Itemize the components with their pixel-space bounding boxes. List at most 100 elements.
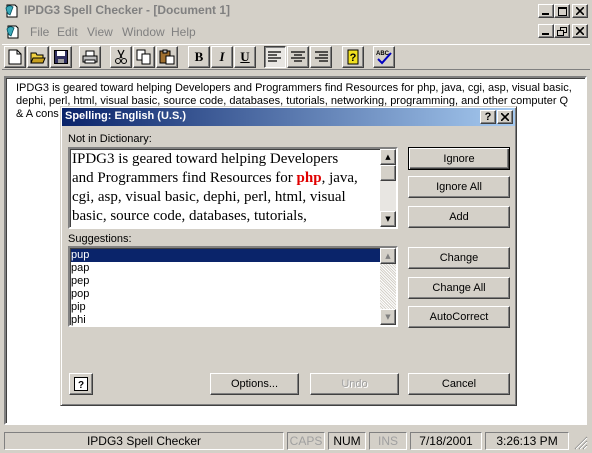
scroll-down-button[interactable]: ▼ xyxy=(380,211,396,227)
undo-button[interactable]: Undo xyxy=(310,373,399,395)
help-button[interactable]: ? xyxy=(342,46,364,68)
window-title: IPDG3 Spell Checker - [Document 1] xyxy=(24,3,231,17)
not-in-dictionary-text: IPDG3 is geared toward helping Developer… xyxy=(72,150,358,226)
align-right-button[interactable] xyxy=(310,46,332,68)
ignore-button[interactable]: Ignore xyxy=(408,147,510,170)
close-button[interactable] xyxy=(572,4,588,18)
printer-icon xyxy=(82,50,98,64)
sentence-line: IPDG3 is geared toward helping Developer… xyxy=(72,151,339,167)
status-date: 7/18/2001 xyxy=(410,432,482,450)
close-icon xyxy=(576,27,584,35)
minimize-icon xyxy=(542,33,549,35)
sentence-line: cgi, asp, visual basic, dephi, perl, htm… xyxy=(72,189,346,205)
question-mark-icon: ? xyxy=(347,49,359,65)
sentence-line: and Programmers find Resources for php, … xyxy=(72,170,358,186)
add-label: Add xyxy=(449,211,469,223)
add-button[interactable]: Add xyxy=(408,206,510,228)
status-time: 3:26:13 PM xyxy=(485,432,569,450)
list-item[interactable]: phi xyxy=(71,314,381,327)
close-icon xyxy=(576,7,584,15)
dialog-help-button[interactable]: ? xyxy=(480,110,496,124)
list-item-selected[interactable]: pup xyxy=(71,249,381,262)
resize-grip-icon[interactable] xyxy=(574,436,588,450)
print-button[interactable] xyxy=(79,46,101,68)
sentence-line: basic, source code, databases, tutorials… xyxy=(72,208,307,224)
save-disk-icon xyxy=(54,50,68,64)
menu-window[interactable]: Window xyxy=(122,25,165,39)
cut-button[interactable] xyxy=(110,46,132,68)
ignore-all-button[interactable]: Ignore All xyxy=(408,176,510,198)
copy-icon xyxy=(136,49,151,65)
suggestions-label: Suggestions: xyxy=(68,233,132,245)
new-document-icon xyxy=(8,49,22,65)
menu-edit[interactable]: Edit xyxy=(57,25,78,39)
change-label: Change xyxy=(439,252,479,264)
dialog-title: Spelling: English (U.S.) xyxy=(65,110,186,122)
options-button[interactable]: Options... xyxy=(210,373,299,395)
svg-text:?: ? xyxy=(78,380,84,391)
list-item[interactable]: pap xyxy=(71,262,381,275)
maximize-button[interactable] xyxy=(554,4,570,18)
align-left-icon xyxy=(268,51,281,62)
status-num: NUM xyxy=(328,432,366,450)
spell-check-button[interactable]: ABC xyxy=(373,46,395,68)
change-button[interactable]: Change xyxy=(408,247,510,269)
new-button[interactable] xyxy=(4,46,26,68)
arrow-up-icon: ▲ xyxy=(385,153,391,161)
italic-button[interactable]: I xyxy=(211,46,233,68)
align-left-button[interactable] xyxy=(264,46,286,68)
options-label: Options... xyxy=(230,378,279,390)
status-ins: INS xyxy=(369,432,407,450)
child-close-button[interactable] xyxy=(572,24,588,38)
help-assistant-button[interactable]: ? xyxy=(69,373,93,395)
document-line: IPDG3 is geared toward helping Developer… xyxy=(16,82,572,94)
open-folder-icon xyxy=(30,52,46,64)
svg-text:?: ? xyxy=(350,52,357,64)
open-button[interactable] xyxy=(27,46,49,68)
help-icon: ? xyxy=(74,377,88,391)
status-app-name: IPDG3 Spell Checker xyxy=(4,432,284,450)
underline-label: U xyxy=(240,49,250,64)
cancel-button[interactable]: Cancel xyxy=(408,373,510,395)
autocorrect-button[interactable]: AutoCorrect xyxy=(408,306,510,328)
menu-file[interactable]: File xyxy=(30,25,49,39)
app-document-icon[interactable] xyxy=(4,3,20,19)
minimize-button[interactable] xyxy=(538,4,554,18)
undo-label: Undo xyxy=(341,378,368,390)
align-center-icon xyxy=(291,51,305,62)
arrow-down-icon: ▼ xyxy=(385,215,391,223)
list-item[interactable]: pip xyxy=(71,301,381,314)
status-caps: CAPS xyxy=(287,432,325,450)
scroll-up-button[interactable]: ▲ xyxy=(380,248,396,264)
paste-clipboard-icon xyxy=(159,49,175,65)
child-window-icon[interactable] xyxy=(5,24,21,40)
change-all-label: Change All xyxy=(432,282,486,294)
menu-help[interactable]: Help xyxy=(171,25,196,39)
scroll-up-button[interactable]: ▲ xyxy=(380,149,396,165)
list-item[interactable]: pep xyxy=(71,275,381,288)
paste-button[interactable] xyxy=(156,46,178,68)
child-minimize-button[interactable] xyxy=(538,24,554,38)
autocorrect-label: AutoCorrect xyxy=(429,311,489,323)
align-center-button[interactable] xyxy=(287,46,309,68)
menu-view[interactable]: View xyxy=(87,25,113,39)
scroll-down-button[interactable]: ▼ xyxy=(380,309,396,325)
dialog-close-button[interactable] xyxy=(497,110,513,124)
spell-check-icon: ABC xyxy=(376,51,392,65)
ignore-label: Ignore xyxy=(443,152,475,165)
scroll-thumb[interactable] xyxy=(380,165,396,181)
change-all-button[interactable]: Change All xyxy=(408,277,510,299)
save-button[interactable] xyxy=(50,46,72,68)
bold-button[interactable]: B xyxy=(188,46,210,68)
maximize-icon xyxy=(557,6,567,16)
arrow-up-icon: ▲ xyxy=(385,252,391,260)
italic-label: I xyxy=(219,49,225,64)
align-right-icon xyxy=(315,51,328,62)
child-restore-button[interactable] xyxy=(554,24,570,38)
list-item[interactable]: pop xyxy=(71,288,381,301)
underline-button[interactable]: U xyxy=(234,46,256,68)
not-in-dictionary-label: Not in Dictionary: xyxy=(68,133,152,145)
restore-icon xyxy=(557,26,567,36)
ignore-all-label: Ignore All xyxy=(436,181,482,193)
copy-button[interactable] xyxy=(133,46,155,68)
